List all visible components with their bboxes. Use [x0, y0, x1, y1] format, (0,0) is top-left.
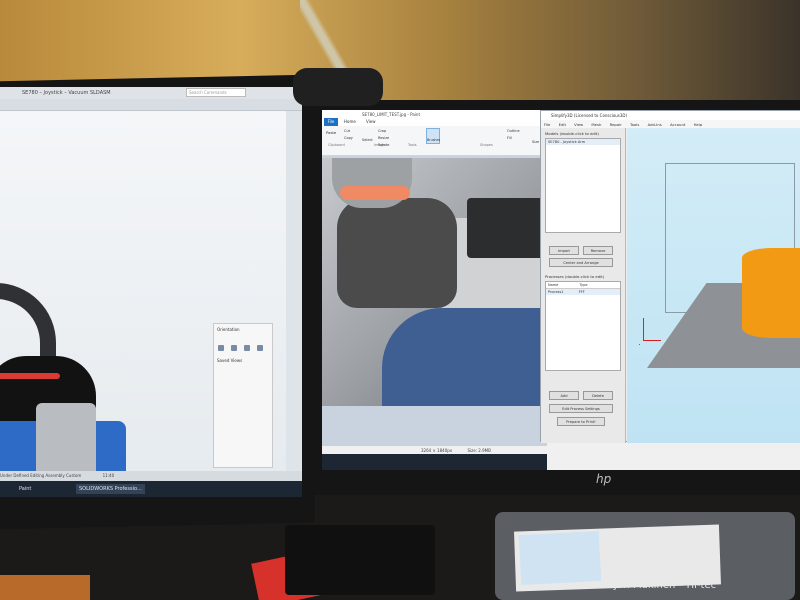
outline-button[interactable]: Outline	[507, 129, 520, 133]
resize-button[interactable]: Resize	[378, 136, 389, 140]
process-header-row: Name Type	[546, 282, 620, 289]
paint-tab-view[interactable]: View	[366, 118, 376, 124]
process-type: FFF	[578, 290, 585, 294]
solidworks-title-bar: SE780 – Joystick – Vacuum SLDASM	[0, 87, 302, 99]
view-iso-icon[interactable]	[257, 345, 264, 351]
clock: 11:40	[102, 473, 115, 478]
menu-tools[interactable]: Tools	[630, 122, 639, 127]
delete-process-button[interactable]: Delete	[583, 391, 613, 400]
fill-button[interactable]: Fill	[507, 136, 512, 140]
process-header-name: Name	[548, 283, 559, 287]
center-arrange-button[interactable]: Center and Arrange	[549, 258, 613, 267]
menu-edit[interactable]: Edit	[559, 122, 566, 127]
menu-repair[interactable]: Repair	[610, 122, 622, 127]
cut-button[interactable]: Cut	[344, 129, 350, 133]
photo-jeans-knee	[382, 308, 547, 406]
group-image: Image	[374, 143, 385, 147]
saved-views-label: Saved Views	[217, 358, 243, 363]
orientation-panel[interactable]: Orientation Saved Views	[213, 323, 273, 468]
models-label: Models (double-click to edit)	[545, 131, 599, 136]
paint-ribbon[interactable]: Paste Cut Copy Select Crop Resize Rotate…	[322, 126, 547, 156]
paint-tab-home[interactable]: Home	[344, 118, 356, 124]
task-pane-tabs[interactable]	[286, 111, 302, 471]
prepare-to-print-button[interactable]: Prepare to Print!	[557, 417, 605, 426]
solidworks-graphics-area[interactable]: Orientation Saved Views	[0, 111, 286, 497]
model-item[interactable]: SE780 - Joystick Arm	[546, 139, 620, 145]
simplify3d-side-panel: Models (double-click to edit) SE780 - Jo…	[541, 128, 626, 443]
paste-button[interactable]: Paste	[326, 130, 336, 135]
simplify3d-menu-bar: File Edit View Mesh Repair Tools Add-Ins…	[541, 120, 800, 128]
menu-account[interactable]: Account	[670, 122, 685, 127]
photo-black-block	[467, 198, 547, 258]
copy-button[interactable]: Copy	[344, 136, 353, 140]
paint-title-bar: SE780_LIMIT_TEST.jpg - Paint	[322, 110, 547, 118]
joystick-red-ring	[0, 373, 60, 379]
process-header-type: Type	[579, 283, 588, 287]
process-row[interactable]: Process1 FFF	[546, 289, 620, 295]
paint-tab-file[interactable]: File	[324, 118, 338, 126]
blue-card	[518, 530, 602, 586]
processes-list[interactable]: Name Type Process1 FFF	[545, 281, 621, 371]
orange-object	[0, 575, 90, 600]
group-tools: Tools	[408, 143, 417, 147]
search-commands-input[interactable]: Search Commands	[186, 88, 246, 97]
photo-joystick-grip	[332, 158, 412, 208]
solidworks-status-bar: Under Defined Editing Assembly Custom 11…	[0, 471, 302, 481]
simplify3d-3d-view[interactable]	[627, 128, 800, 443]
view-front-icon[interactable]	[218, 345, 224, 351]
y-axis-icon	[643, 340, 644, 341]
edit-process-settings-button[interactable]: Edit Process Settings	[549, 404, 613, 413]
orange-part-model	[742, 248, 800, 338]
right-taskbar	[322, 454, 547, 470]
status-text: Under Defined Editing Assembly Custom	[0, 473, 82, 478]
processes-label: Processes (double-click to edit)	[545, 274, 605, 279]
taskbar-item-solidworks[interactable]: SOLIDWORKS Professio...	[76, 484, 145, 494]
simplify3d-window[interactable]: Simplify3D (Licensed to Conscious3D) Fil…	[540, 110, 800, 443]
crop-button[interactable]: Crop	[378, 129, 386, 133]
size-button[interactable]: Size	[532, 140, 539, 144]
paint-status-bar: 3264 × 1840px Size: 2.9MB	[322, 446, 547, 454]
hp-logo: hp	[596, 472, 612, 486]
image-dimensions: 3264 × 1840px	[421, 448, 453, 453]
z-axis-icon	[643, 318, 644, 340]
menu-help[interactable]: Help	[694, 122, 703, 127]
black-device	[285, 525, 435, 595]
group-shapes: Shapes	[480, 143, 493, 147]
left-taskbar: Paint SOLIDWORKS Professio...	[0, 481, 302, 497]
photo-watermark: Jori Mäkinen – Hi-tec	[614, 580, 717, 591]
group-clipboard: Clipboard	[328, 143, 345, 147]
menu-add-ins[interactable]: Add-Ins	[648, 122, 662, 127]
models-list[interactable]: SE780 - Joystick Arm	[545, 138, 621, 233]
process-name: Process1	[548, 290, 564, 294]
view-right-icon[interactable]	[244, 345, 251, 351]
brushes-button[interactable]: Brushes	[426, 128, 440, 144]
menu-mesh[interactable]: Mesh	[591, 122, 601, 127]
taskbar-item-paint[interactable]: Paint	[16, 484, 34, 494]
right-monitor-screen: SE780_LIMIT_TEST.jpg - Paint File Home V…	[322, 110, 800, 470]
import-button[interactable]: Import	[549, 246, 579, 255]
photo-rubber-boot	[337, 198, 457, 308]
photo-orange-ring	[340, 186, 410, 200]
webcam	[293, 68, 383, 106]
view-top-icon[interactable]	[231, 345, 238, 351]
simplify3d-title-bar: Simplify3D (Licensed to Conscious3D)	[541, 111, 800, 120]
x-axis-icon	[643, 340, 661, 341]
left-monitor-screen: SE780 – Joystick – Vacuum SLDASM Search …	[0, 87, 302, 497]
joystick-photo[interactable]	[322, 158, 547, 406]
menu-view[interactable]: View	[574, 122, 583, 127]
image-size: Size: 2.9MB	[467, 448, 491, 453]
menu-file[interactable]: File	[544, 122, 550, 127]
remove-button[interactable]: Remove	[583, 246, 613, 255]
solidworks-toolbar[interactable]	[0, 99, 302, 111]
orientation-panel-title: Orientation	[217, 327, 240, 332]
select-button[interactable]: Select	[362, 138, 373, 142]
add-process-button[interactable]: Add	[549, 391, 579, 400]
